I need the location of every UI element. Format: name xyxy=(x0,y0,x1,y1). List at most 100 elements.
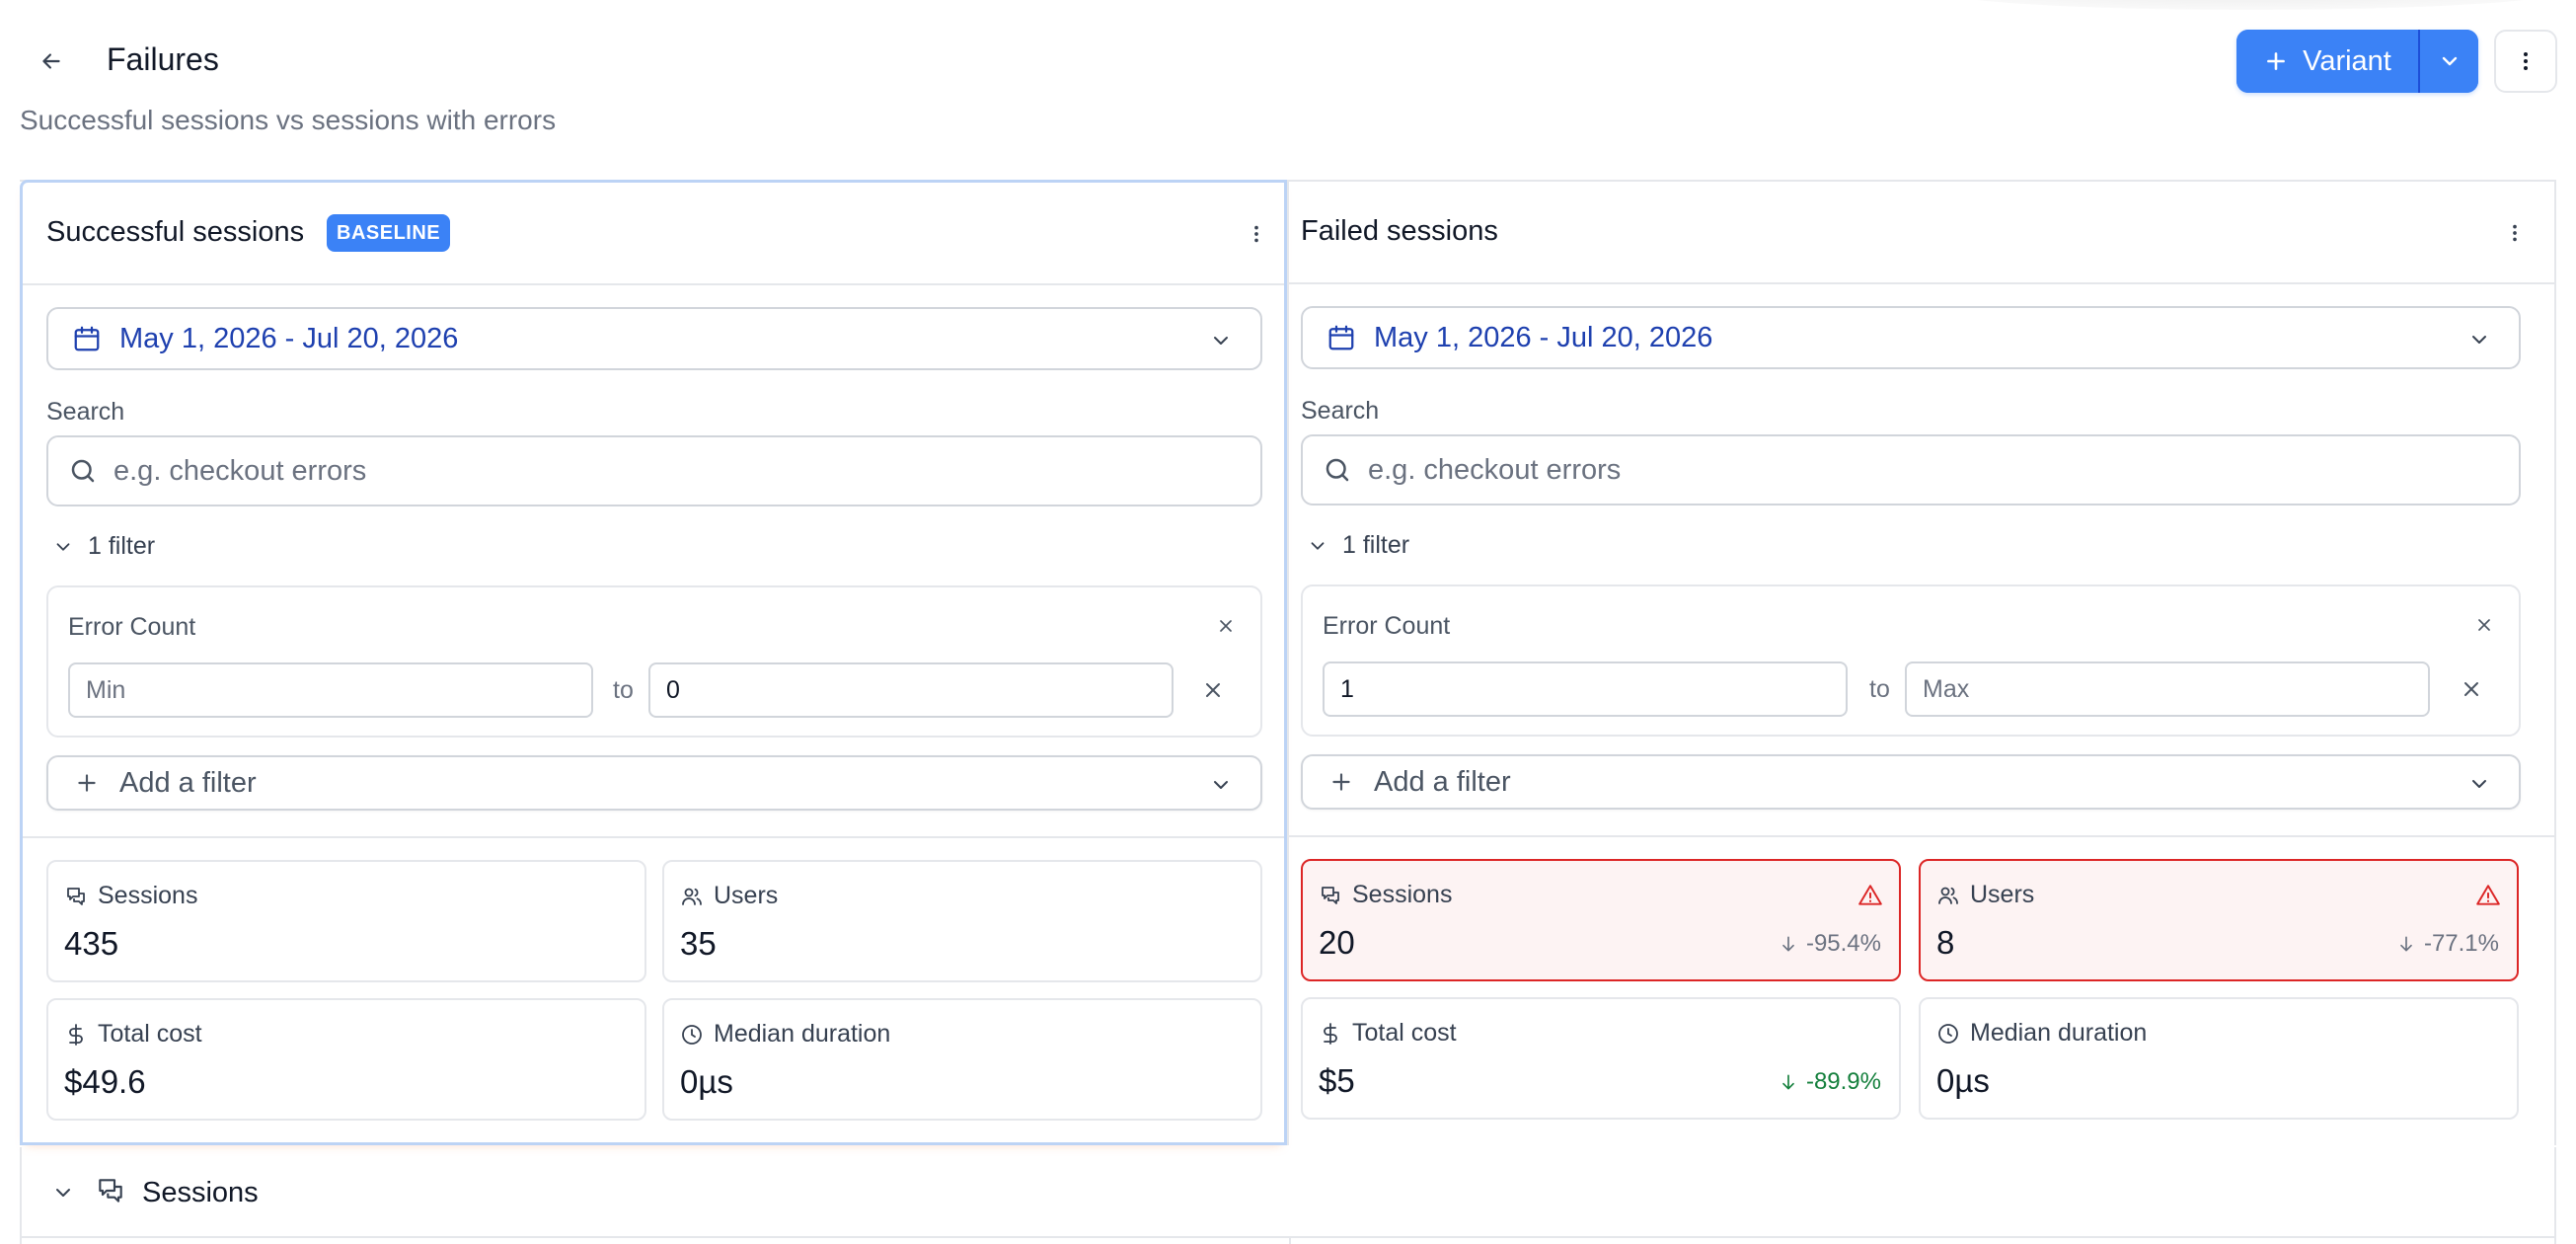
chevron-down-icon xyxy=(1307,535,1328,557)
metric-delta-text: -77.1% xyxy=(2423,930,2499,957)
sessions-section-header[interactable]: Sessions xyxy=(20,1147,2556,1238)
range-to-label: to xyxy=(1869,675,1890,703)
warning-triangle-icon xyxy=(1857,883,1883,908)
warning-triangle-icon xyxy=(2475,883,2501,908)
min-input[interactable] xyxy=(1323,661,1848,717)
metric-label: Median duration xyxy=(680,1020,890,1049)
clock-icon xyxy=(680,1023,704,1047)
metric-card-total-cost: Total cost $5 -89.9% xyxy=(1301,997,1901,1120)
metric-card-users: Users 8 -77.1% xyxy=(1919,859,2519,981)
remove-filter-button[interactable] xyxy=(2469,610,2499,640)
metric-delta-text: -89.9% xyxy=(1805,1068,1881,1095)
dollar-icon xyxy=(64,1023,88,1047)
panel-title: Successful sessions xyxy=(46,216,305,248)
calendar-icon xyxy=(72,324,102,353)
metric-value: 8 xyxy=(1936,924,1955,961)
chat-bubbles-icon xyxy=(1319,884,1342,907)
search-input[interactable] xyxy=(114,454,1084,488)
chevron-down-icon xyxy=(51,1181,75,1205)
filter-name: Error Count xyxy=(68,613,196,641)
metric-value: 0µs xyxy=(1936,1062,1990,1099)
chevron-down-icon xyxy=(2438,49,2462,73)
filter-count-label: 1 filter xyxy=(1342,531,1410,559)
variant-button-group: Variant xyxy=(2236,30,2478,93)
clear-range-button[interactable] xyxy=(1197,674,1229,706)
filter-count-label: 1 filter xyxy=(88,532,156,560)
metric-value: $5 xyxy=(1319,1062,1355,1099)
arrow-down-icon xyxy=(2396,934,2416,954)
back-button[interactable] xyxy=(34,43,69,79)
variant-panel: Failed sessions May 1, 2026 - Jul 20, 20… xyxy=(1287,182,2556,1145)
metric-delta: -77.1% xyxy=(2396,930,2499,958)
dollar-icon xyxy=(1319,1022,1342,1046)
date-range-picker[interactable]: May 1, 2026 - Jul 20, 2026 xyxy=(1301,306,2521,369)
clear-range-button[interactable] xyxy=(2456,673,2487,705)
chevron-down-icon xyxy=(2467,772,2491,796)
plus-icon xyxy=(2263,48,2289,74)
plus-icon xyxy=(1328,769,1354,795)
panel-header: Failed sessions xyxy=(1289,182,2554,284)
metric-label-text: Users xyxy=(714,882,779,909)
variant-dropdown-button[interactable] xyxy=(2420,30,2478,93)
clock-icon xyxy=(1936,1022,1960,1046)
date-range-text: May 1, 2026 - Jul 20, 2026 xyxy=(1374,321,1713,353)
metric-label: Users xyxy=(680,882,778,910)
close-icon xyxy=(1216,616,1236,636)
plus-icon xyxy=(74,770,100,796)
panel-more-button[interactable] xyxy=(2497,215,2533,251)
variant-label: Variant xyxy=(2303,44,2391,77)
add-filter-button[interactable]: Add a filter xyxy=(46,755,1262,811)
metric-value: 435 xyxy=(64,925,119,962)
search-label: Search xyxy=(1301,397,1380,425)
metric-label-text: Total cost xyxy=(1352,1019,1457,1047)
date-range-picker[interactable]: May 1, 2026 - Jul 20, 2026 xyxy=(46,307,1262,370)
panel-more-button[interactable] xyxy=(1239,216,1274,252)
chevron-down-icon xyxy=(52,536,74,558)
chevron-down-icon xyxy=(1209,773,1233,797)
metric-value: 0µs xyxy=(680,1063,733,1100)
metric-label: Median duration xyxy=(1936,1019,2147,1048)
metric-label-text: Sessions xyxy=(98,882,198,909)
baseline-panel: Successful sessions BASELINE May 1, 2026… xyxy=(20,180,1287,1145)
column-divider xyxy=(1289,1238,1291,1244)
calendar-icon xyxy=(1326,323,1356,352)
page-subtitle: Successful sessions vs sessions with err… xyxy=(20,105,557,135)
metric-card-total-cost: Total cost $49.6 xyxy=(46,998,646,1121)
search-field xyxy=(46,435,1262,506)
metric-delta-text: -95.4% xyxy=(1805,930,1881,957)
search-field xyxy=(1301,434,2521,505)
more-vertical-icon xyxy=(1246,223,1267,245)
close-icon xyxy=(2460,677,2483,701)
panel-title: Failed sessions xyxy=(1301,215,1498,247)
page-more-button[interactable] xyxy=(2494,30,2557,93)
metric-label: Total cost xyxy=(64,1020,202,1049)
filter-toggle[interactable]: 1 filter xyxy=(52,532,155,561)
max-input[interactable] xyxy=(1905,661,2430,717)
filter-toggle[interactable]: 1 filter xyxy=(1307,531,1409,560)
range-to-label: to xyxy=(613,676,634,704)
page-header: Failures Successful sessions vs sessions… xyxy=(0,0,2576,178)
add-filter-label: Add a filter xyxy=(1374,765,1511,798)
metric-label: Sessions xyxy=(64,882,197,910)
add-variant-button[interactable]: Variant xyxy=(2236,30,2418,93)
arrow-left-icon xyxy=(38,48,64,74)
filter-name: Error Count xyxy=(1323,612,1451,640)
page-title: Failures xyxy=(107,41,219,77)
comparison-panels: Successful sessions BASELINE May 1, 2026… xyxy=(20,180,2556,1244)
baseline-badge: BASELINE xyxy=(327,214,451,252)
search-icon xyxy=(1323,455,1352,485)
metric-label-text: Median duration xyxy=(1970,1019,2148,1047)
filter-card: Error Count to xyxy=(46,585,1262,738)
max-input[interactable] xyxy=(648,662,1174,718)
arrow-down-icon xyxy=(1779,1072,1798,1092)
add-filter-button[interactable]: Add a filter xyxy=(1301,754,2521,810)
arrow-down-icon xyxy=(1779,934,1798,954)
metric-delta: -89.9% xyxy=(1779,1068,1881,1096)
more-vertical-icon xyxy=(2504,222,2526,244)
search-input[interactable] xyxy=(1368,453,2341,487)
min-input[interactable] xyxy=(68,662,593,718)
section-divider xyxy=(23,836,1284,838)
remove-filter-button[interactable] xyxy=(1211,611,1241,641)
metric-card-sessions: Sessions 435 xyxy=(46,860,646,982)
users-icon xyxy=(680,885,704,908)
